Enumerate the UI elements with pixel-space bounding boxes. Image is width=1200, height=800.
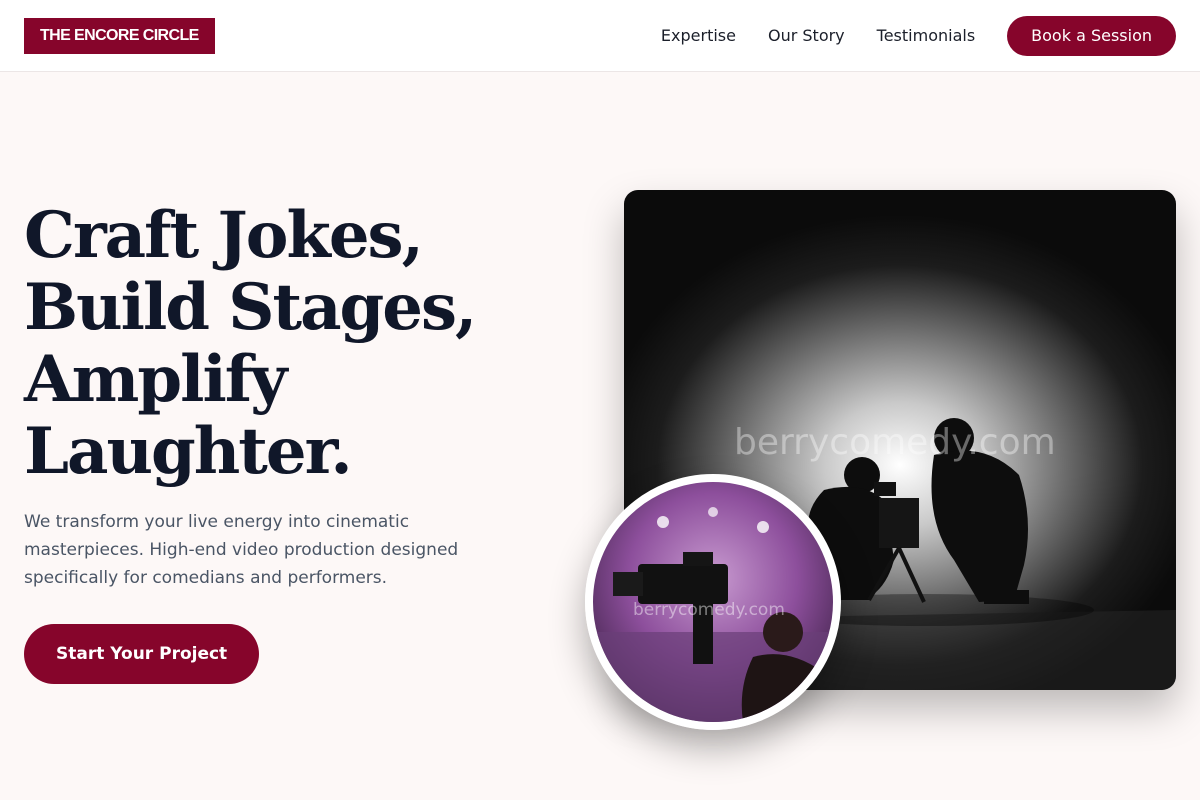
- site-logo[interactable]: THE ENCORE CIRCLE: [24, 18, 215, 54]
- nav-link-our-story[interactable]: Our Story: [768, 16, 845, 56]
- headline-line: Laughter.: [24, 414, 353, 489]
- hero-subtext: We transform your live energy into cinem…: [24, 512, 459, 588]
- site-header: THE ENCORE CIRCLE Expertise Our Story Te…: [0, 0, 1200, 72]
- image-watermark: berrycomedy.com: [633, 600, 785, 620]
- book-session-button[interactable]: Book a Session: [1007, 16, 1176, 56]
- start-project-button[interactable]: Start Your Project: [24, 624, 260, 684]
- inset-photo-camera-operator: berrycomedy.com: [585, 474, 841, 730]
- nav-link-testimonials[interactable]: Testimonials: [877, 16, 976, 56]
- nav-link-expertise[interactable]: Expertise: [661, 16, 736, 56]
- headline-line: Amplify: [24, 342, 287, 417]
- main-nav: Expertise Our Story Testimonials Book a …: [661, 16, 1176, 56]
- image-watermark: berrycomedy.com: [734, 422, 1056, 463]
- headline-line: Craft Jokes,: [24, 198, 424, 273]
- hero-headline: Craft Jokes, Build Stages, Amplify Laugh…: [24, 200, 544, 488]
- headline-line: Build Stages,: [24, 270, 477, 345]
